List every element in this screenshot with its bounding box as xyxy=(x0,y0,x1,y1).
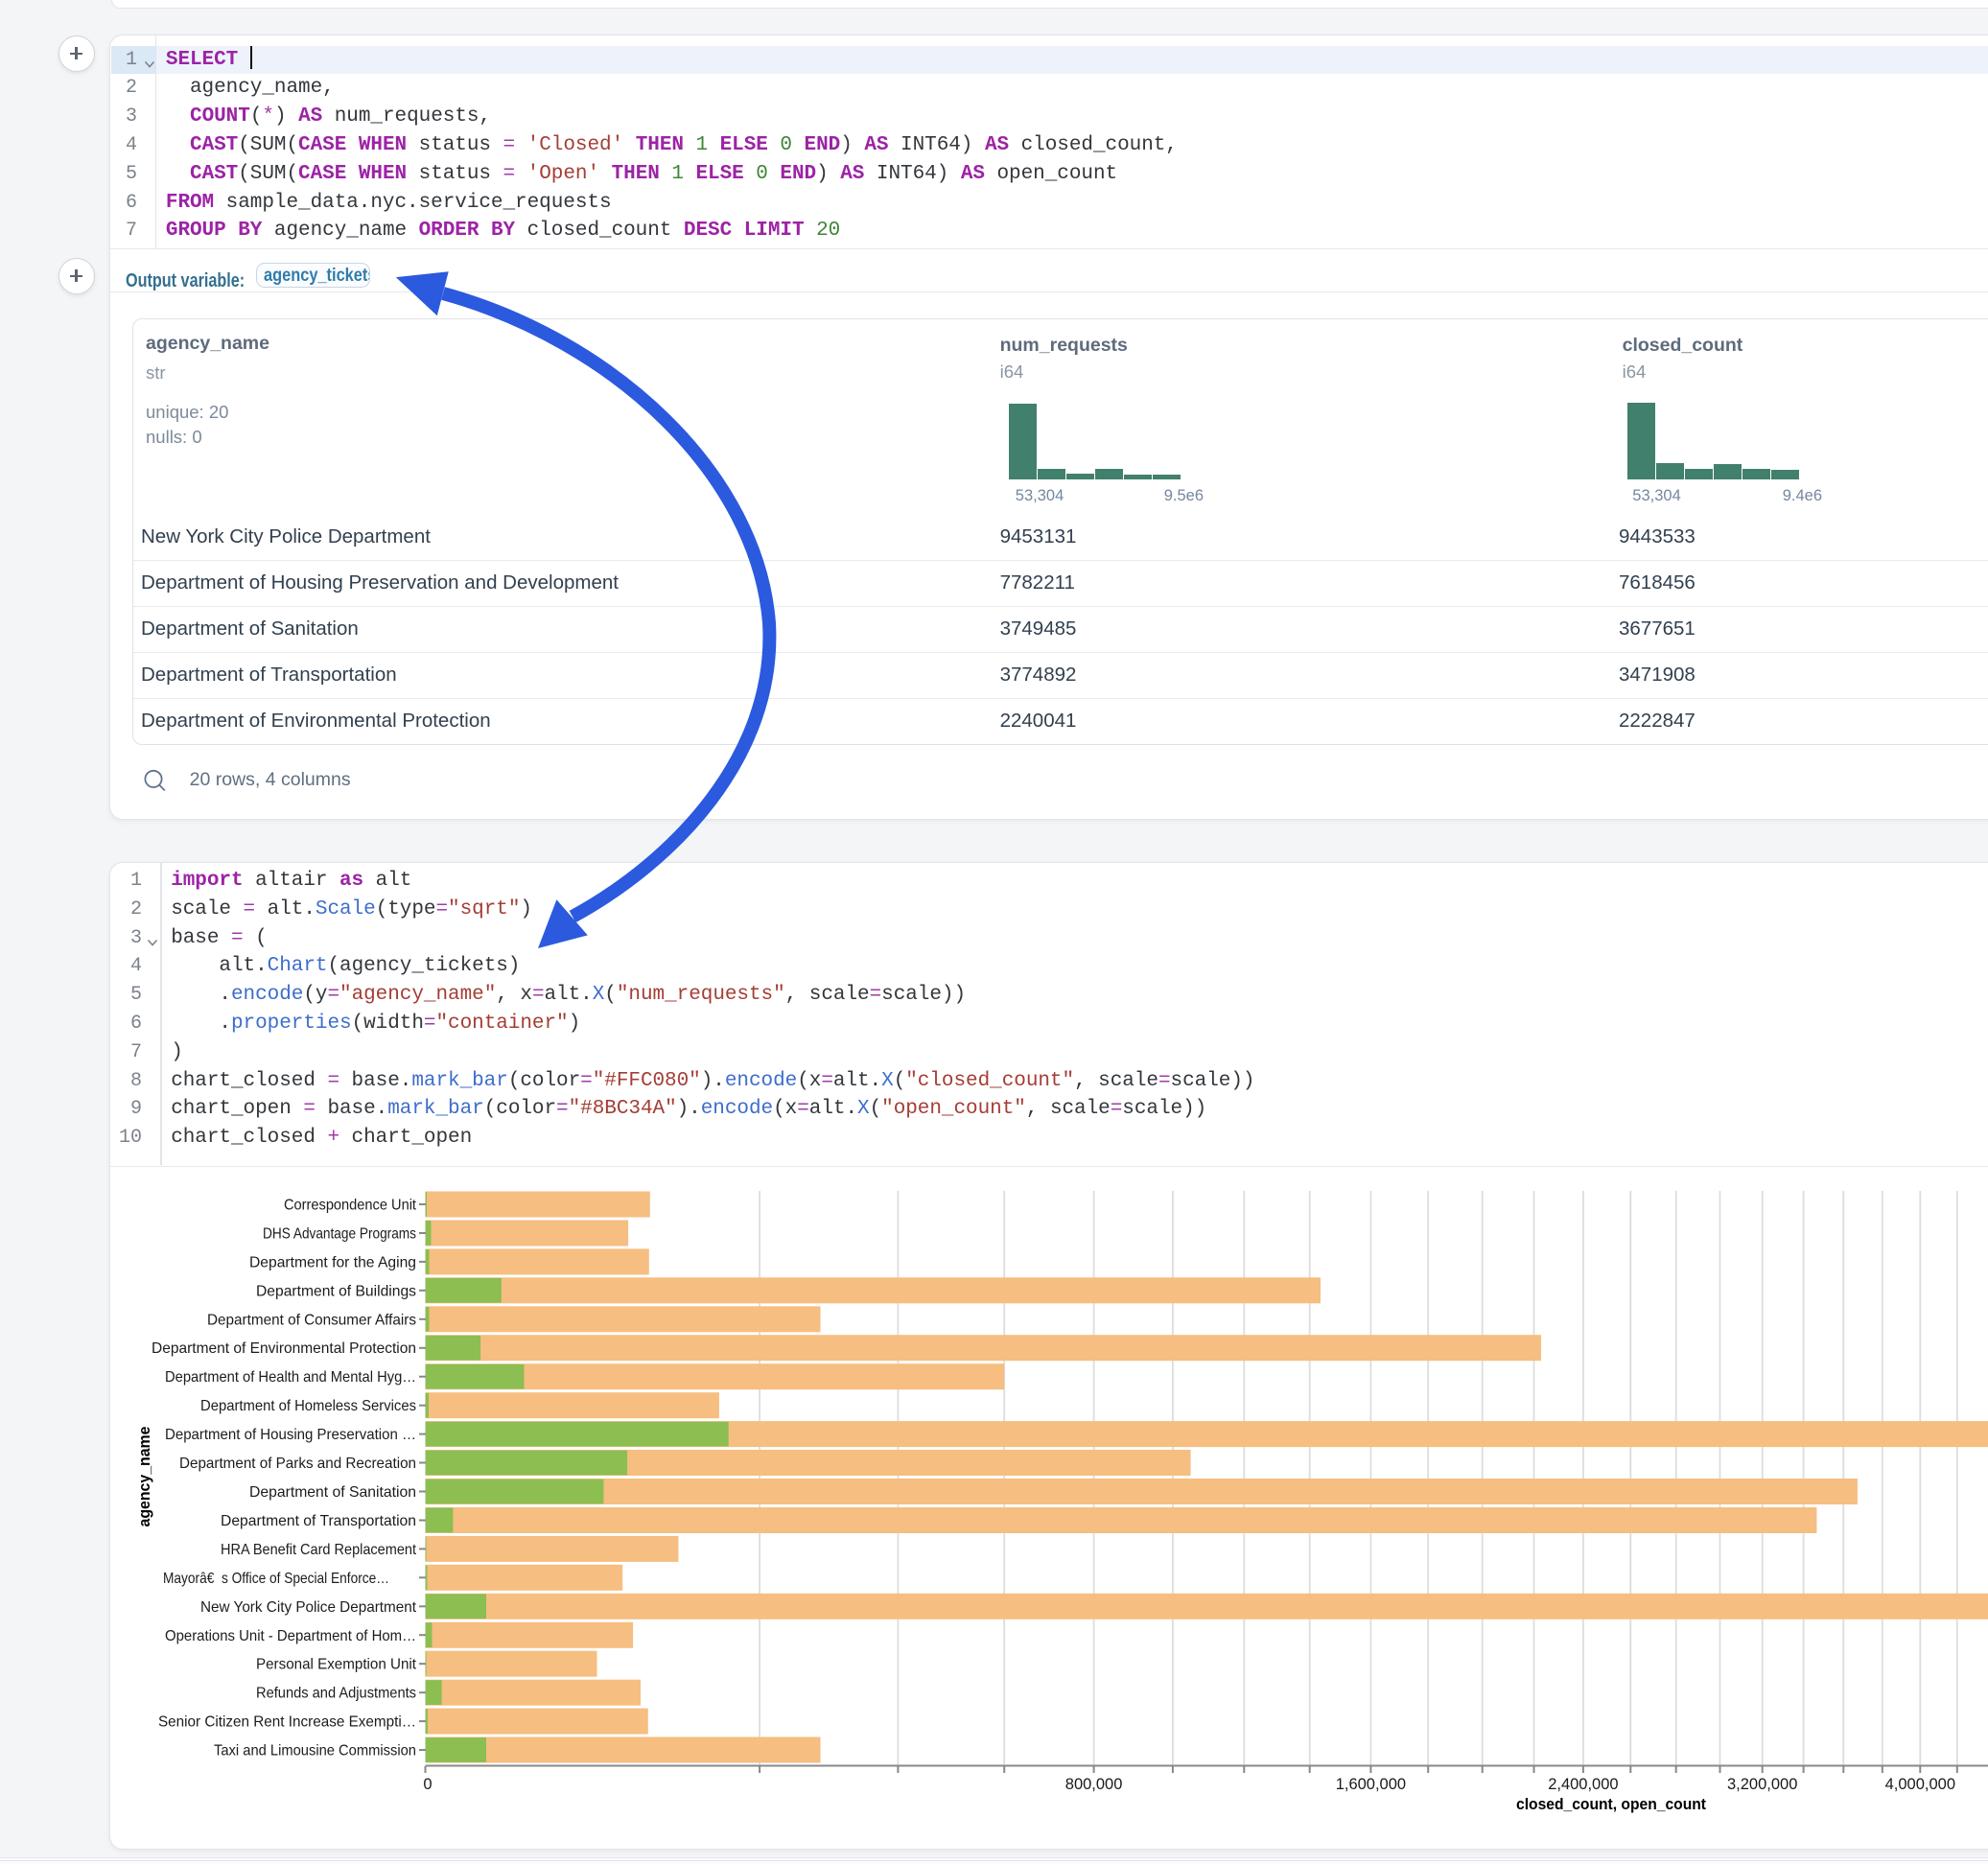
svg-text:1,600,000: 1,600,000 xyxy=(1336,1776,1406,1793)
svg-text:0: 0 xyxy=(423,1776,432,1793)
svg-text:800,000: 800,000 xyxy=(1065,1776,1123,1793)
svg-text:Correspondence Unit: Correspondence Unit xyxy=(284,1198,416,1214)
svg-text:Department of Consumer Affairs: Department of Consumer Affairs xyxy=(207,1312,416,1328)
svg-text:Department of Sanitation: Department of Sanitation xyxy=(249,1484,416,1501)
svg-text:New York City Police Departmen: New York City Police Department xyxy=(200,1599,417,1616)
svg-text:Personal Exemption Unit: Personal Exemption Unit xyxy=(256,1657,417,1673)
svg-text:Refunds and Adjustments: Refunds and Adjustments xyxy=(256,1686,416,1702)
svg-text:Mayorâ€ s Office of Special E: Mayorâ€ s Office of Special Enforce… xyxy=(163,1571,389,1587)
svg-text:Taxi and Limousine Commission: Taxi and Limousine Commission xyxy=(214,1743,416,1759)
svg-text:Department of Transportation: Department of Transportation xyxy=(221,1513,416,1529)
svg-text:Operations Unit - Department o: Operations Unit - Department of Hom… xyxy=(165,1628,416,1644)
svg-text:2,400,000: 2,400,000 xyxy=(1548,1776,1618,1793)
svg-text:closed_count, open_count: closed_count, open_count xyxy=(1516,1795,1706,1813)
svg-text:Department of Housing Preserva: Department of Housing Preservation … xyxy=(165,1427,416,1443)
svg-text:Department for the Aging: Department for the Aging xyxy=(249,1254,416,1270)
svg-text:Department of Homeless Service: Department of Homeless Services xyxy=(200,1398,416,1414)
svg-text:3,200,000: 3,200,000 xyxy=(1727,1776,1797,1793)
svg-text:Department of Health and Menta: Department of Health and Mental Hyg… xyxy=(165,1369,416,1386)
svg-text:agency_name: agency_name xyxy=(135,1427,153,1527)
svg-text:DHS Advantage Programs: DHS Advantage Programs xyxy=(263,1226,416,1243)
svg-text:4,000,000: 4,000,000 xyxy=(1885,1776,1955,1793)
svg-text:Department of Buildings: Department of Buildings xyxy=(256,1283,416,1299)
svg-text:Senior Citizen Rent Increase E: Senior Citizen Rent Increase Exempti… xyxy=(158,1714,416,1731)
svg-text:HRA Benefit Card Replacement: HRA Benefit Card Replacement xyxy=(221,1542,417,1558)
svg-text:Department of Parks and Recrea: Department of Parks and Recreation xyxy=(179,1456,416,1472)
svg-text:Department of Environmental Pr: Department of Environmental Protection xyxy=(152,1340,416,1357)
